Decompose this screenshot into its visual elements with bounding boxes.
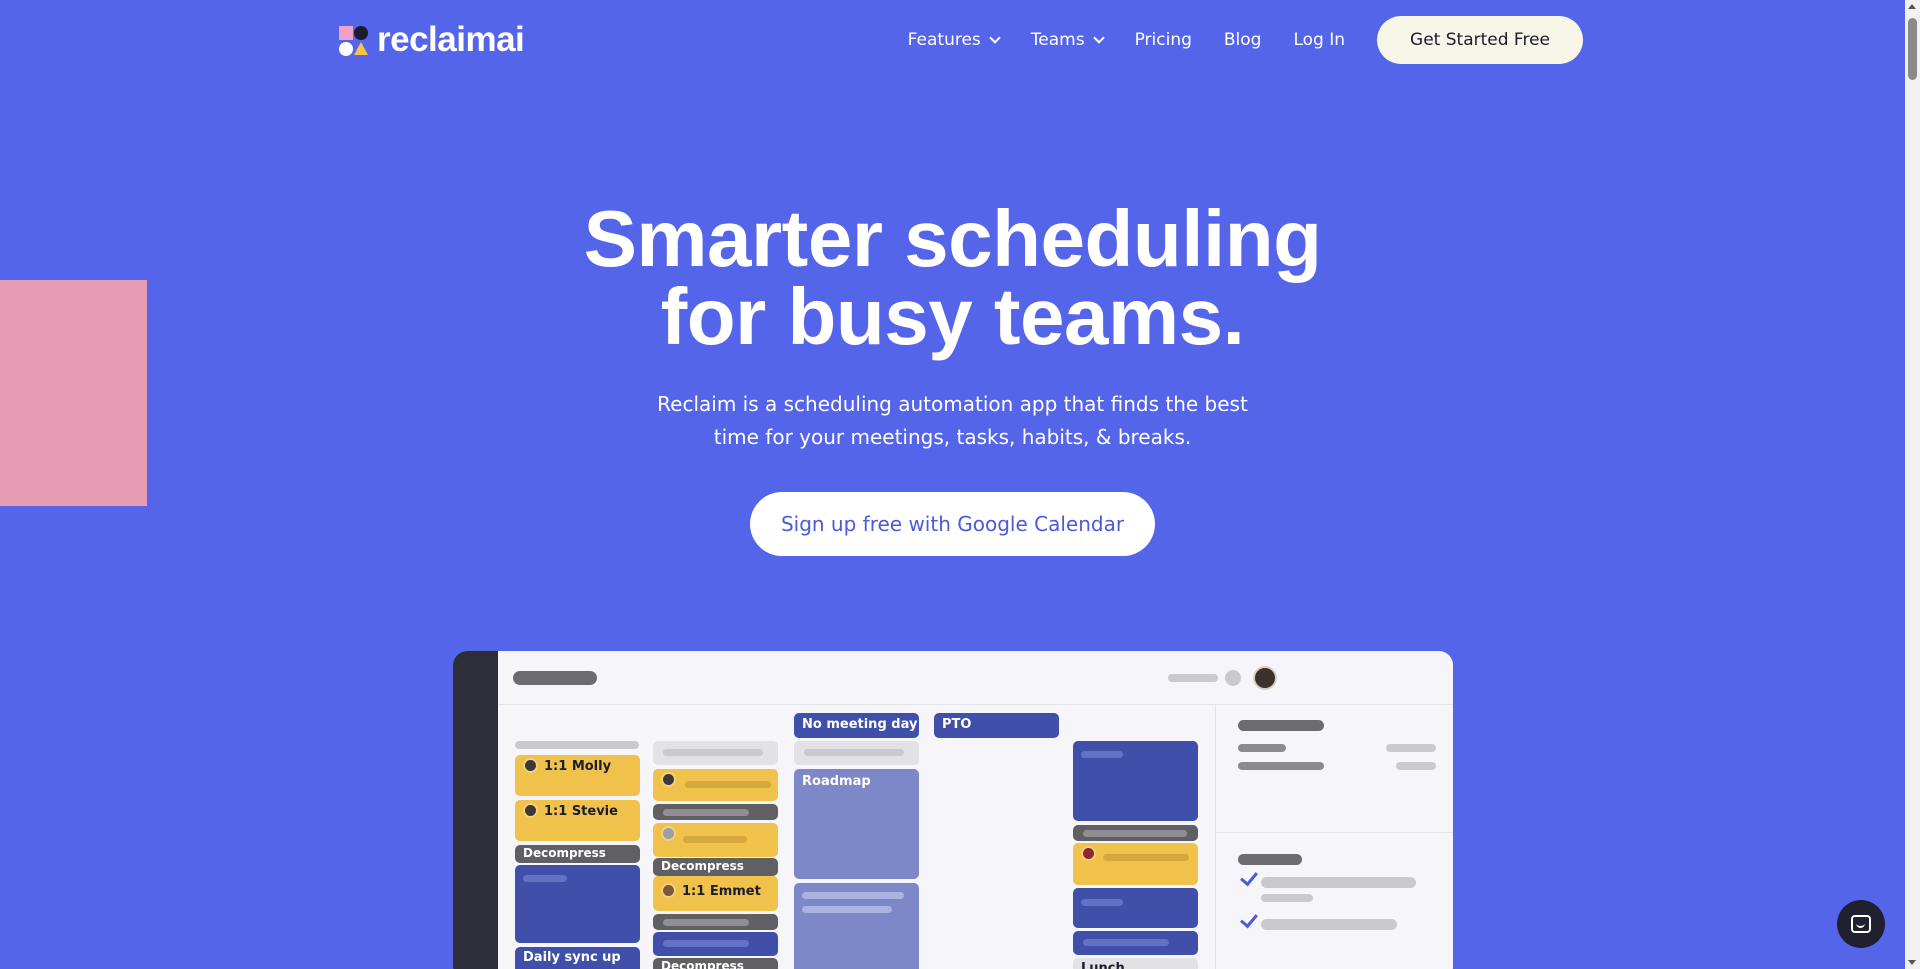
scrollbar-thumb[interactable] [1908,18,1917,80]
placeholder-bar [1396,762,1436,770]
event-decompress: Decompress [653,858,778,876]
placeholder-bar [1261,919,1397,930]
app-preview-topbar [498,651,1453,705]
event-lunch: Lunch [1073,958,1198,969]
event-pto: PTO [934,713,1059,738]
chat-launcher-button[interactable] [1837,900,1885,948]
placeholder-bar [1238,744,1286,752]
app-preview-detail-panel [1215,705,1453,969]
placeholder-bar [515,741,639,749]
avatar [523,803,538,818]
nav-features-label: Features [907,30,981,50]
event-label: 1:1 Stevie [544,804,618,819]
avatar [1253,666,1277,690]
scroll-down-arrow-icon[interactable] [1908,960,1916,965]
check-icon [1240,867,1258,887]
app-preview: 1:1 Molly 1:1 Stevie Decompress Daily sy… [453,651,1453,969]
placeholder-bar [1238,854,1302,865]
page-scrollbar[interactable] [1905,0,1920,969]
check-icon [1240,909,1258,929]
main-nav: Features Teams Pricing Blog Log In Get S… [908,16,1583,64]
event-block [653,914,778,930]
placeholder-dot [1225,670,1241,686]
hero-title: Smarter scheduling for busy teams. [0,194,1905,361]
event-label: 1:1 Molly [544,759,612,774]
event-block [515,865,640,943]
event-block [653,932,778,956]
logo-text: reclaimai [377,20,525,59]
placeholder-bar [1261,894,1313,902]
nav-login[interactable]: Log In [1293,30,1345,50]
placeholder-bar [1168,674,1218,682]
avatar [523,758,538,773]
hero-subtitle-line-2: time for your meetings, tasks, habits, &… [713,425,1192,449]
avatar [661,883,676,898]
event-block [1073,825,1198,841]
divider [1216,832,1453,833]
event-block [794,883,919,969]
hero-title-line-2: for busy teams. [660,272,1245,361]
event-no-meeting-day: No meeting day [794,713,919,738]
logo[interactable]: reclaimai [339,20,525,59]
hero-subtitle-line-1: Reclaim is a scheduling automation app t… [657,392,1248,416]
event-label: 1:1 Emmet [682,884,761,899]
avatar [1081,846,1096,861]
event-1on1-molly: 1:1 Molly [515,755,640,796]
nav-teams-label: Teams [1030,30,1085,50]
placeholder-bar [513,671,597,685]
event-block [653,741,778,765]
nav-pricing[interactable]: Pricing [1135,30,1192,50]
chat-icon [1851,915,1871,933]
avatar [661,826,676,841]
event-block [1073,931,1198,955]
event-1on1-stevie: 1:1 Stevie [515,800,640,841]
app-preview-sidebar [453,651,498,969]
event-1on1-emmet: 1:1 Emmet [653,876,778,911]
event-block [1073,888,1198,928]
placeholder-bar [1238,720,1324,731]
event-block [653,769,778,801]
placeholder-bar [1238,762,1324,770]
hero-title-line-1: Smarter scheduling [583,194,1322,283]
nav-teams[interactable]: Teams [1030,30,1105,50]
logo-mark-icon [339,24,371,56]
nav-blog[interactable]: Blog [1224,30,1262,50]
event-block [1073,741,1198,821]
event-block [794,741,919,765]
event-daily-sync: Daily sync up [515,947,640,969]
get-started-button[interactable]: Get Started Free [1377,16,1583,64]
event-block [653,823,778,857]
chevron-down-icon [1092,32,1105,44]
placeholder-bar [1261,877,1416,888]
placeholder-bar [1386,744,1436,752]
event-block [1073,843,1198,885]
hero-subtitle: Reclaim is a scheduling automation app t… [0,388,1905,454]
scroll-up-arrow-icon[interactable] [1908,4,1916,9]
avatar [661,772,676,787]
event-block [653,804,778,820]
event-decompress: Decompress [653,958,778,969]
nav-features[interactable]: Features [907,30,1001,50]
chevron-down-icon [989,32,1001,44]
event-decompress: Decompress [515,845,640,863]
google-signup-button[interactable]: Sign up free with Google Calendar [750,492,1155,556]
event-roadmap: Roadmap [794,769,919,879]
